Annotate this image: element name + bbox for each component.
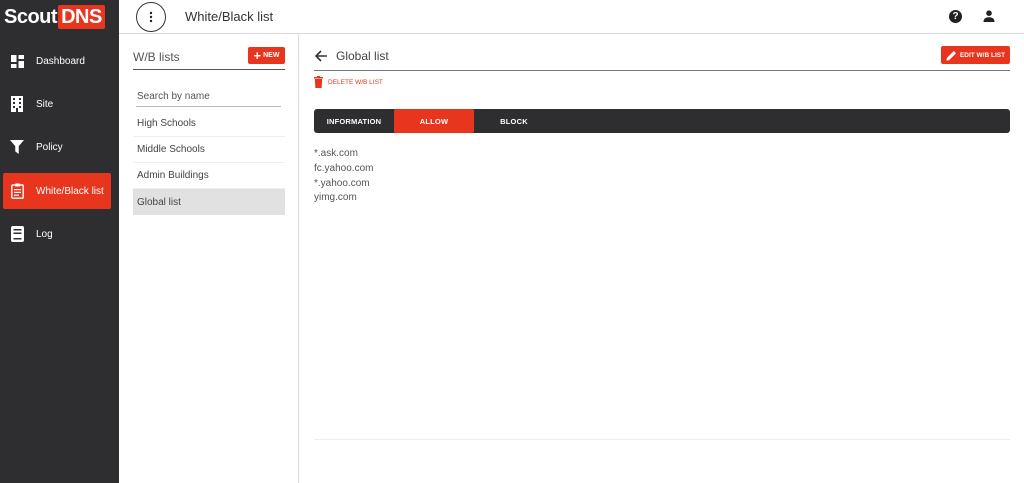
help-icon[interactable]: ? (949, 10, 962, 23)
list-item-global-list[interactable]: Global list (133, 189, 285, 215)
divider (314, 439, 1010, 440)
sidebar-item-label: Policy (36, 141, 63, 153)
wb-lists-header: W/B lists + NEW (133, 47, 285, 70)
new-list-label: NEW (263, 52, 280, 59)
domain-item: fc.yahoo.com (314, 163, 374, 174)
wb-lists-panel: W/B lists +NEW High Schools Middle Schoo… (119, 34, 299, 483)
detail-header: Global list EDIT W/B LIST (314, 46, 1010, 71)
new-list-button[interactable]: + NEW (248, 47, 285, 64)
domain-item: *.yahoo.com (314, 178, 370, 189)
clipboard-list-icon (10, 183, 24, 199)
back-arrow-icon[interactable] (314, 49, 328, 63)
delete-list-button[interactable]: DELETE W/B LIST (314, 76, 383, 88)
sidebar-item-label: Log (36, 228, 53, 240)
logo[interactable]: Scout DNS (0, 0, 119, 34)
wb-lists-title: W/B lists (133, 50, 180, 64)
detail-tabs: INFORMATION ALLOW BLOCK (314, 109, 1010, 133)
user-icon[interactable] (982, 9, 996, 23)
edit-list-label: EDIT W/B LIST (959, 51, 1006, 59)
sidebar-item-policy[interactable]: Policy (3, 129, 111, 165)
list-item-high-schools[interactable]: High Schools (133, 111, 285, 137)
sidebar: Dashboard Site Policy White/Black list L… (0, 34, 119, 483)
filter-icon (10, 139, 24, 155)
top-bar: Scout DNS White/Black list ? (0, 0, 1024, 34)
list-item-middle-schools[interactable]: Middle Schools (133, 137, 285, 163)
sidebar-item-label: Dashboard (36, 55, 85, 67)
detail-panel: Global list EDIT W/B LIST DELETE W/B LIS… (299, 34, 1024, 483)
sidebar-item-dashboard[interactable]: Dashboard (3, 43, 111, 79)
page-title: White/Black list (185, 9, 274, 24)
book-icon (10, 226, 24, 242)
sidebar-item-white-black-list[interactable]: White/Black list (3, 173, 111, 209)
plus-icon: + (253, 47, 262, 63)
domain-item: *.ask.com (314, 148, 358, 159)
detail-title: Global list (336, 49, 389, 63)
list-item-admin-buildings[interactable]: Admin Buildings (133, 163, 285, 189)
delete-list-label: DELETE W/B LIST (328, 78, 383, 86)
edit-list-button[interactable]: EDIT W/B LIST (941, 46, 1010, 64)
sidebar-item-log[interactable]: Log (3, 216, 111, 252)
building-icon (10, 96, 24, 112)
logo-text-scout: Scout (4, 5, 58, 28)
more-vertical-icon (149, 11, 153, 23)
tab-information[interactable]: INFORMATION (314, 109, 394, 133)
tab-block[interactable]: BLOCK (474, 109, 554, 133)
dashboard-icon (10, 53, 24, 69)
sidebar-item-label: Site (36, 98, 54, 110)
trash-icon (314, 76, 323, 88)
logo-text-dns: DNS (58, 5, 105, 29)
sidebar-item-label: White/Black list (36, 185, 104, 197)
sidebar-item-site[interactable]: Site (3, 86, 111, 122)
domain-item: yimg.com (314, 192, 357, 203)
pencil-icon (946, 50, 956, 60)
tab-allow[interactable]: ALLOW (394, 109, 474, 133)
search-input[interactable] (136, 86, 281, 107)
more-menu-button[interactable] (136, 2, 166, 32)
